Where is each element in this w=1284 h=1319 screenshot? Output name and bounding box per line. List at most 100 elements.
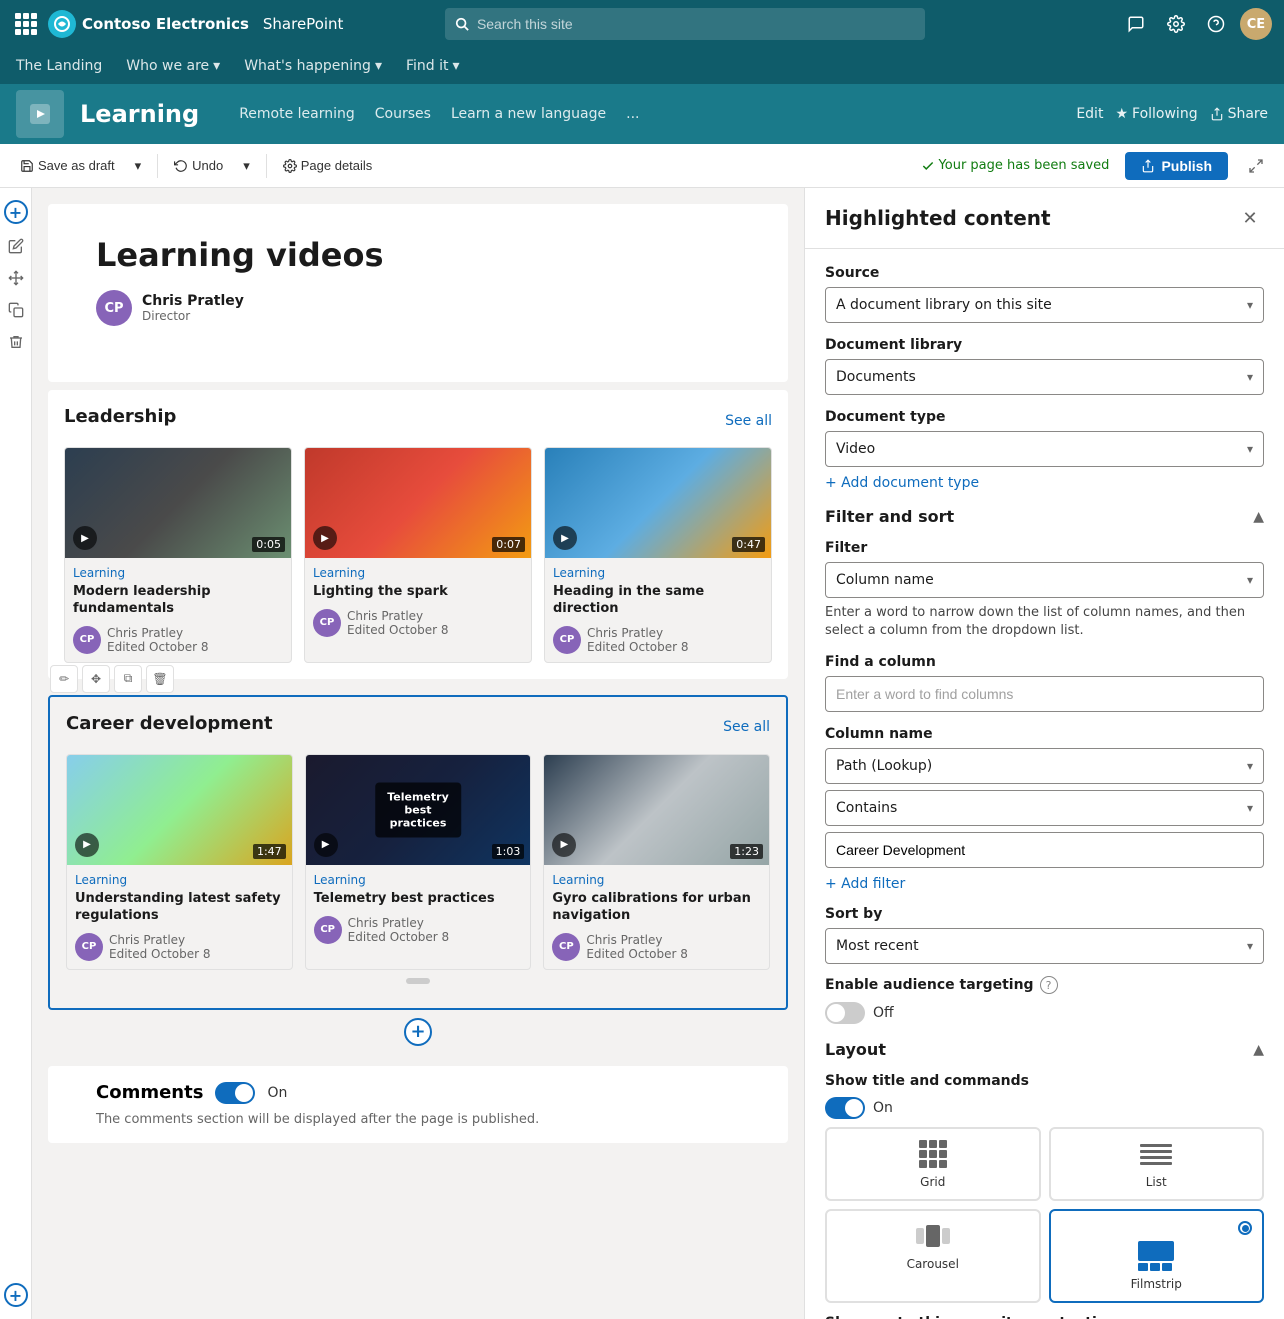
play-btn-5[interactable]: ▶ [314, 833, 338, 857]
video-author-6: CP Chris Pratley Edited October 8 [552, 933, 761, 961]
source-dropdown[interactable]: A document library on this site ▾ [825, 287, 1264, 323]
video-edited-3: Edited October 8 [587, 640, 689, 654]
video-author-name-2: Chris Pratley [347, 609, 449, 623]
video-duration-5: 1:03 [492, 844, 525, 859]
doc-type-dropdown[interactable]: Video ▾ [825, 431, 1264, 467]
section-move-btn[interactable]: ✥ [82, 665, 110, 693]
play-btn-3[interactable]: ▶ [553, 526, 577, 550]
career-see-all[interactable]: See all [723, 719, 770, 735]
page-nav-remote-learning[interactable]: Remote learning [239, 106, 355, 122]
video-info-5: Learning Telemetry best practices CP Chr… [306, 865, 531, 952]
sort-value: Most recent [836, 938, 919, 954]
settings-icon-btn[interactable] [1160, 8, 1192, 40]
following-btn[interactable]: ★ Following [1115, 106, 1197, 122]
logo-area: Contoso Electronics SharePoint [48, 10, 343, 38]
sitenav-whathappening[interactable]: What's happening ▾ [244, 58, 382, 74]
section-delete-btn[interactable]: 🗑 [146, 665, 174, 693]
doc-library-value: Documents [836, 369, 916, 385]
video-author-name-5: Chris Pratley [348, 916, 450, 930]
play-btn-6[interactable]: ▶ [552, 833, 576, 857]
add-section-btn-mid[interactable]: + [404, 1018, 432, 1046]
add-doc-type-link[interactable]: + Add document type [825, 475, 1264, 491]
save-draft-btn[interactable]: Save as draft [12, 154, 123, 177]
audience-info-icon[interactable]: ? [1040, 976, 1058, 994]
chat-icon-btn[interactable] [1120, 8, 1152, 40]
page-details-btn[interactable]: Page details [275, 154, 381, 177]
section-copy-btn[interactable]: ⧉ [114, 665, 142, 693]
audience-toggle[interactable] [825, 1002, 865, 1024]
layout-option-filmstrip[interactable]: Filmstrip [1049, 1209, 1265, 1303]
move-sidebar-icon[interactable] [2, 264, 30, 292]
share-btn[interactable]: Share [1210, 106, 1268, 122]
comments-toggle[interactable] [215, 1082, 255, 1104]
delete-sidebar-icon[interactable] [2, 328, 30, 356]
page-nav-more[interactable]: ... [626, 106, 639, 122]
doc-type-label: Document type [825, 409, 1264, 425]
leadership-see-all[interactable]: See all [725, 413, 772, 429]
doc-library-dropdown[interactable]: Documents ▾ [825, 359, 1264, 395]
video-card-3: ▶ 0:47 Learning Heading in the same dire… [544, 447, 772, 663]
avatar[interactable]: CE [1240, 8, 1272, 40]
layout-option-grid[interactable]: Grid [825, 1127, 1041, 1201]
add-section-container-mid: + [48, 1010, 788, 1054]
layout-options: Grid List [825, 1127, 1264, 1303]
search-box[interactable] [445, 8, 925, 40]
column-name-dropdown[interactable]: Path (Lookup) ▾ [825, 748, 1264, 784]
filter-label: Filter [825, 540, 1264, 556]
waffle-menu[interactable] [12, 10, 40, 38]
video-duration-1: 0:05 [252, 537, 285, 552]
play-btn-2[interactable]: ▶ [313, 526, 337, 550]
add-filter-link[interactable]: + Add filter [825, 876, 1264, 892]
source-label: Source [825, 265, 1264, 281]
video-author-avatar-4: CP [75, 933, 103, 961]
video-overlay-text: Telemetrybestpractices [375, 782, 461, 837]
carousel-layout-icon [913, 1221, 953, 1251]
section-edit-btn[interactable]: ✏ [50, 665, 78, 693]
filmstrip-radio [1238, 1221, 1252, 1235]
video-info-3: Learning Heading in the same direction C… [545, 558, 771, 662]
play-btn-4[interactable]: ▶ [75, 833, 99, 857]
add-section-btn-bottom[interactable]: + [4, 1283, 28, 1307]
expand-btn[interactable] [1240, 150, 1272, 182]
search-input[interactable] [477, 16, 915, 32]
undo-btn[interactable]: Undo [166, 154, 231, 177]
sort-dropdown[interactable]: Most recent ▾ [825, 928, 1264, 964]
edit-btn[interactable]: Edit [1076, 106, 1103, 122]
copy-sidebar-icon[interactable] [2, 296, 30, 324]
content-area: Learning videos CP Chris Pratley Directo… [32, 188, 804, 1319]
find-column-input[interactable] [825, 676, 1264, 712]
sitenav-landing[interactable]: The Landing [16, 58, 102, 74]
filter-dropdown[interactable]: Column name ▾ [825, 562, 1264, 598]
layout-collapse-btn[interactable]: ▲ [1253, 1042, 1264, 1058]
saved-message: Your page has been saved [921, 158, 1110, 173]
video-title-1: Modern leadership fundamentals [73, 584, 283, 618]
video-tag-3: Learning [553, 566, 763, 580]
contains-dropdown[interactable]: Contains ▾ [825, 790, 1264, 826]
panel-close-btn[interactable]: ✕ [1236, 204, 1264, 232]
video-author-avatar-5: CP [314, 916, 342, 944]
chevron-icon: ▾ [453, 58, 460, 74]
page-nav-language[interactable]: Learn a new language [451, 106, 606, 122]
save-draft-dropdown-btn[interactable]: ▾ [127, 154, 150, 178]
filter-value-input[interactable] [825, 832, 1264, 868]
filter-sort-collapse-btn[interactable]: ▲ [1253, 509, 1264, 525]
video-thumb-3: ▶ 0:47 [545, 448, 771, 558]
layout-option-list[interactable]: List [1049, 1127, 1265, 1201]
video-info-1: Learning Modern leadership fundamentals … [65, 558, 291, 662]
layout-option-carousel[interactable]: Carousel [825, 1209, 1041, 1303]
help-icon-btn[interactable] [1200, 8, 1232, 40]
undo-dropdown-btn[interactable]: ▾ [235, 154, 258, 178]
play-btn-1[interactable]: ▶ [73, 526, 97, 550]
sort-label: Sort by [825, 906, 1264, 922]
sitenav-whoweare[interactable]: Who we are ▾ [126, 58, 220, 74]
section-header-leadership: Leadership See all [64, 406, 772, 435]
show-title-toggle[interactable] [825, 1097, 865, 1119]
edit-sidebar-icon[interactable] [2, 232, 30, 260]
list-option-label: List [1146, 1175, 1167, 1189]
publish-btn[interactable]: Publish [1125, 152, 1228, 180]
add-section-btn-top[interactable]: + [4, 200, 28, 224]
nav-icons: CE [1120, 8, 1272, 40]
panel-header: Highlighted content ✕ [805, 188, 1284, 249]
page-nav-courses[interactable]: Courses [375, 106, 431, 122]
sitenav-findit[interactable]: Find it ▾ [406, 58, 460, 74]
